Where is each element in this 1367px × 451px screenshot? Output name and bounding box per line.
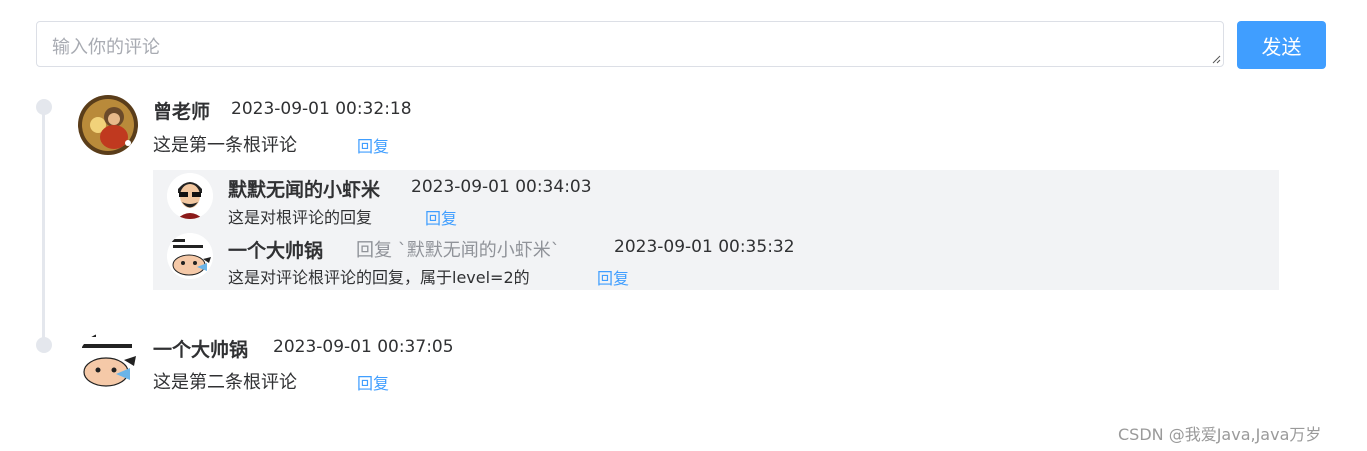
send-button[interactable]: 发送	[1237, 21, 1326, 69]
watermark: CSDN @我爱Java,Java万岁	[1118, 425, 1322, 444]
reply-to-label: 回复 `默默无闻的小虾米`	[356, 240, 560, 261]
resize-handle-icon[interactable]	[1211, 54, 1221, 64]
timeline-line	[42, 107, 45, 345]
comment-time: 2023-09-01 00:37:05	[273, 337, 454, 357]
reply-link[interactable]: 回复	[425, 205, 457, 229]
comment-content: 这是第一条根评论	[153, 135, 297, 156]
comment-username: 曾老师	[153, 101, 211, 123]
avatar	[167, 173, 213, 219]
reply-link[interactable]: 回复	[357, 370, 389, 394]
comment-input-wrapper	[36, 21, 1224, 67]
reply-content: 这是对根评论的回复	[228, 208, 373, 227]
comment-input[interactable]	[37, 22, 1223, 66]
reply-time: 2023-09-01 00:34:03	[411, 177, 592, 197]
reply-content: 这是对评论根评论的回复，属于level=2的	[228, 268, 530, 287]
avatar	[78, 95, 138, 155]
reply-link[interactable]: 回复	[597, 265, 629, 289]
comment-content: 这是第二条根评论	[153, 372, 297, 393]
comment-username: 一个大帅锅	[153, 339, 249, 361]
reply-username: 一个大帅锅	[228, 240, 324, 262]
timeline-dot	[36, 99, 52, 115]
avatar	[167, 233, 213, 279]
reply-time: 2023-09-01 00:35:32	[614, 237, 795, 257]
avatar	[78, 332, 138, 392]
timeline-dot	[36, 337, 52, 353]
comment-time: 2023-09-01 00:32:18	[231, 99, 412, 119]
reply-link[interactable]: 回复	[357, 133, 389, 157]
reply-username: 默默无闻的小虾米	[228, 179, 381, 201]
